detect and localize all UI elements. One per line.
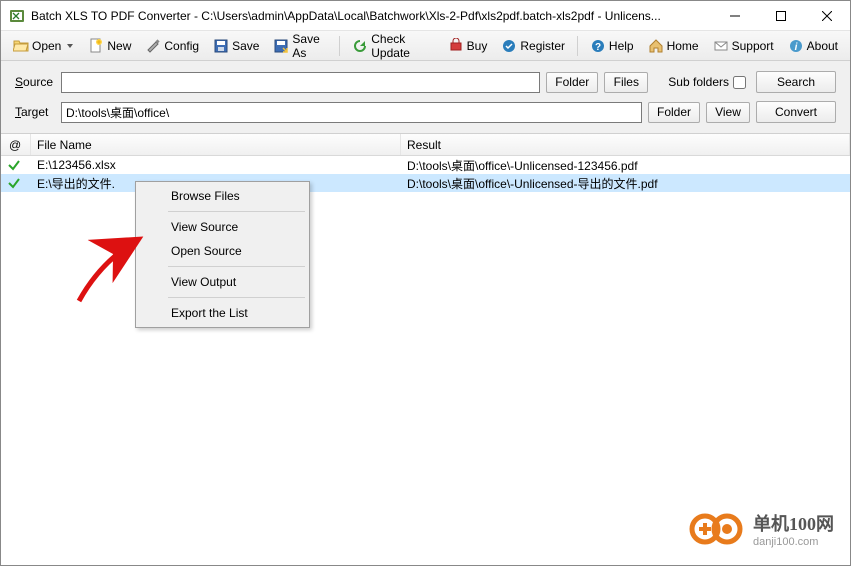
- toolbar: Open New Config Save Save As Check Updat…: [1, 31, 850, 61]
- table-row[interactable]: E:\123456.xlsxD:\tools\桌面\office\-Unlice…: [1, 156, 850, 174]
- header-result[interactable]: Result: [401, 134, 850, 155]
- target-folder-button[interactable]: Folder: [648, 102, 700, 123]
- row-result: D:\tools\桌面\office\-Unlicensed-123456.pd…: [401, 157, 850, 174]
- config-label: Config: [164, 39, 199, 53]
- menu-icon-strip: [138, 184, 164, 325]
- config-icon: [145, 38, 161, 54]
- about-label: About: [807, 39, 838, 53]
- save-button[interactable]: Save: [207, 34, 265, 58]
- menu-separator: [168, 297, 305, 298]
- menu-separator: [168, 266, 305, 267]
- home-button[interactable]: Home: [642, 34, 705, 58]
- check-update-button[interactable]: Check Update: [346, 28, 439, 64]
- about-button[interactable]: i About: [782, 34, 844, 58]
- home-icon: [648, 38, 664, 54]
- cart-icon: [448, 38, 464, 54]
- source-folder-button[interactable]: Folder: [546, 72, 598, 93]
- svg-text:i: i: [794, 42, 797, 53]
- config-button[interactable]: Config: [139, 34, 205, 58]
- header-filename[interactable]: File Name: [31, 134, 401, 155]
- path-panel: Source Folder Files Sub folders Search T…: [1, 61, 850, 134]
- register-icon: [501, 38, 517, 54]
- row-filename: E:\123456.xlsx: [31, 158, 401, 172]
- sub-folders-checkbox[interactable]: [733, 76, 746, 89]
- sub-folders-check[interactable]: Sub folders: [668, 75, 746, 89]
- save-as-icon: [273, 38, 289, 54]
- support-icon: [713, 38, 729, 54]
- menu-separator: [168, 211, 305, 212]
- save-label: Save: [232, 39, 259, 53]
- minimize-button[interactable]: [712, 1, 758, 31]
- help-label: Help: [609, 39, 634, 53]
- source-input[interactable]: [61, 72, 540, 93]
- save-as-button[interactable]: Save As: [267, 28, 333, 64]
- refresh-icon: [352, 38, 368, 54]
- svg-text:?: ?: [595, 42, 601, 53]
- support-label: Support: [732, 39, 774, 53]
- table-row[interactable]: E:\导出的文件.D:\tools\桌面\office\-Unlicensed-…: [1, 174, 850, 192]
- new-button[interactable]: New: [82, 34, 137, 58]
- target-view-button[interactable]: View: [706, 102, 750, 123]
- buy-button[interactable]: Buy: [442, 34, 494, 58]
- watermark-sub: danji100.com: [753, 536, 834, 548]
- file-table: @ File Name Result E:\123456.xlsxD:\tool…: [1, 134, 850, 192]
- toolbar-separator: [577, 36, 578, 56]
- titlebar: Batch XLS TO PDF Converter - C:\Users\ad…: [1, 1, 850, 31]
- info-icon: i: [788, 38, 804, 54]
- close-button[interactable]: [804, 1, 850, 31]
- home-label: Home: [667, 39, 699, 53]
- sub-folders-label: Sub folders: [668, 75, 729, 89]
- row-status-icon: [1, 158, 31, 172]
- folder-open-icon: [13, 38, 29, 54]
- register-button[interactable]: Register: [495, 34, 571, 58]
- window-title: Batch XLS TO PDF Converter - C:\Users\ad…: [31, 9, 712, 23]
- help-icon: ?: [590, 38, 606, 54]
- table-header: @ File Name Result: [1, 134, 850, 156]
- row-result: D:\tools\桌面\office\-Unlicensed-导出的文件.pdf: [401, 175, 850, 192]
- help-button[interactable]: ? Help: [584, 34, 640, 58]
- toolbar-separator: [339, 36, 340, 56]
- app-icon: [9, 8, 25, 24]
- maximize-button[interactable]: [758, 1, 804, 31]
- window-controls: [712, 1, 850, 31]
- watermark: 单机100网 danji100.com: [689, 509, 834, 549]
- buy-label: Buy: [467, 39, 488, 53]
- open-button[interactable]: Open: [7, 34, 80, 58]
- context-menu: Browse Files View Source Open Source Vie…: [135, 181, 310, 328]
- source-label: Source: [15, 75, 55, 89]
- source-row: Source Folder Files Sub folders Search: [15, 71, 836, 93]
- register-label: Register: [520, 39, 565, 53]
- table-body: E:\123456.xlsxD:\tools\桌面\office\-Unlice…: [1, 156, 850, 192]
- row-status-icon: [1, 176, 31, 190]
- save-icon: [213, 38, 229, 54]
- target-input[interactable]: [61, 102, 642, 123]
- watermark-logo-icon: [689, 509, 745, 549]
- check-update-label: Check Update: [371, 32, 433, 60]
- watermark-text: 单机100网: [753, 510, 834, 536]
- header-at[interactable]: @: [1, 134, 31, 155]
- new-label: New: [107, 39, 131, 53]
- target-row: Target Folder View Convert: [15, 101, 836, 123]
- open-label: Open: [32, 39, 61, 53]
- source-files-button[interactable]: Files: [604, 72, 648, 93]
- convert-button[interactable]: Convert: [756, 101, 836, 123]
- new-icon: [88, 38, 104, 54]
- target-label: Target: [15, 105, 55, 119]
- search-button[interactable]: Search: [756, 71, 836, 93]
- save-as-label: Save As: [292, 32, 327, 60]
- dropdown-icon: [66, 42, 74, 50]
- support-button[interactable]: Support: [707, 34, 780, 58]
